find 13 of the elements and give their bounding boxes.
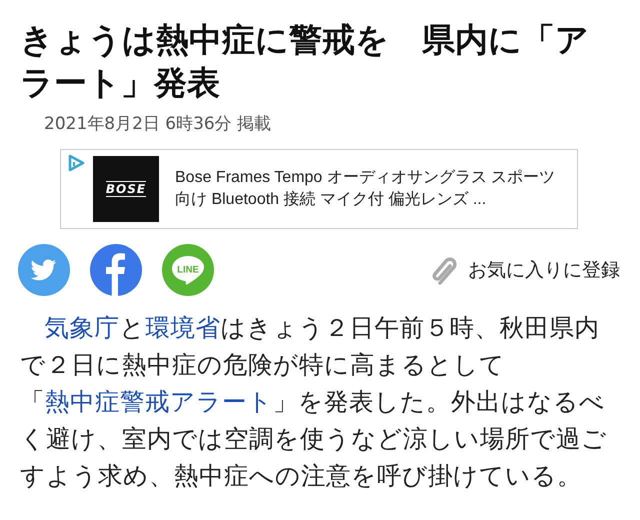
favorite-link[interactable]: お気に入りに登録 (468, 257, 620, 283)
text-link[interactable]: 気象庁 (44, 313, 120, 342)
ad-banner[interactable]: BOSE Bose Frames Tempo オーディオサングラス スポーツ向け Bluetooth 接続 マイク付 偏光レンズ ... (60, 149, 578, 229)
play-icon[interactable] (67, 154, 85, 172)
article-body: 気象庁 と 環境省はきょう２日午前５時、秋田県内で２日に熱中症の危険が特に高まるとして「熱中症警戒アラート」を発表した。外出はなるべく避け、室内では空調を使うなど涼しい場所で過ごすよう求め、熱中症への注意を呼び掛けている。 (20, 312, 608, 492)
headline: きょうは熱中症に警戒を 県内に「アラート」発表 (20, 19, 590, 104)
f-icon[interactable] (90, 244, 142, 296)
text-link[interactable]: 熱中症警戒アラート (45, 387, 273, 416)
brand-logo: BOSE (93, 156, 159, 222)
text-link[interactable]: 環境省 (146, 313, 220, 342)
ad-text[interactable]: Bose Frames Tempo オーディオサングラス スポーツ向け Bluetooth 接続 マイク付 偏光レンズ ... (175, 167, 565, 211)
bird-icon[interactable] (18, 244, 70, 296)
publish-date: 2021年8月2日 6時36分 掲載 (44, 113, 272, 135)
